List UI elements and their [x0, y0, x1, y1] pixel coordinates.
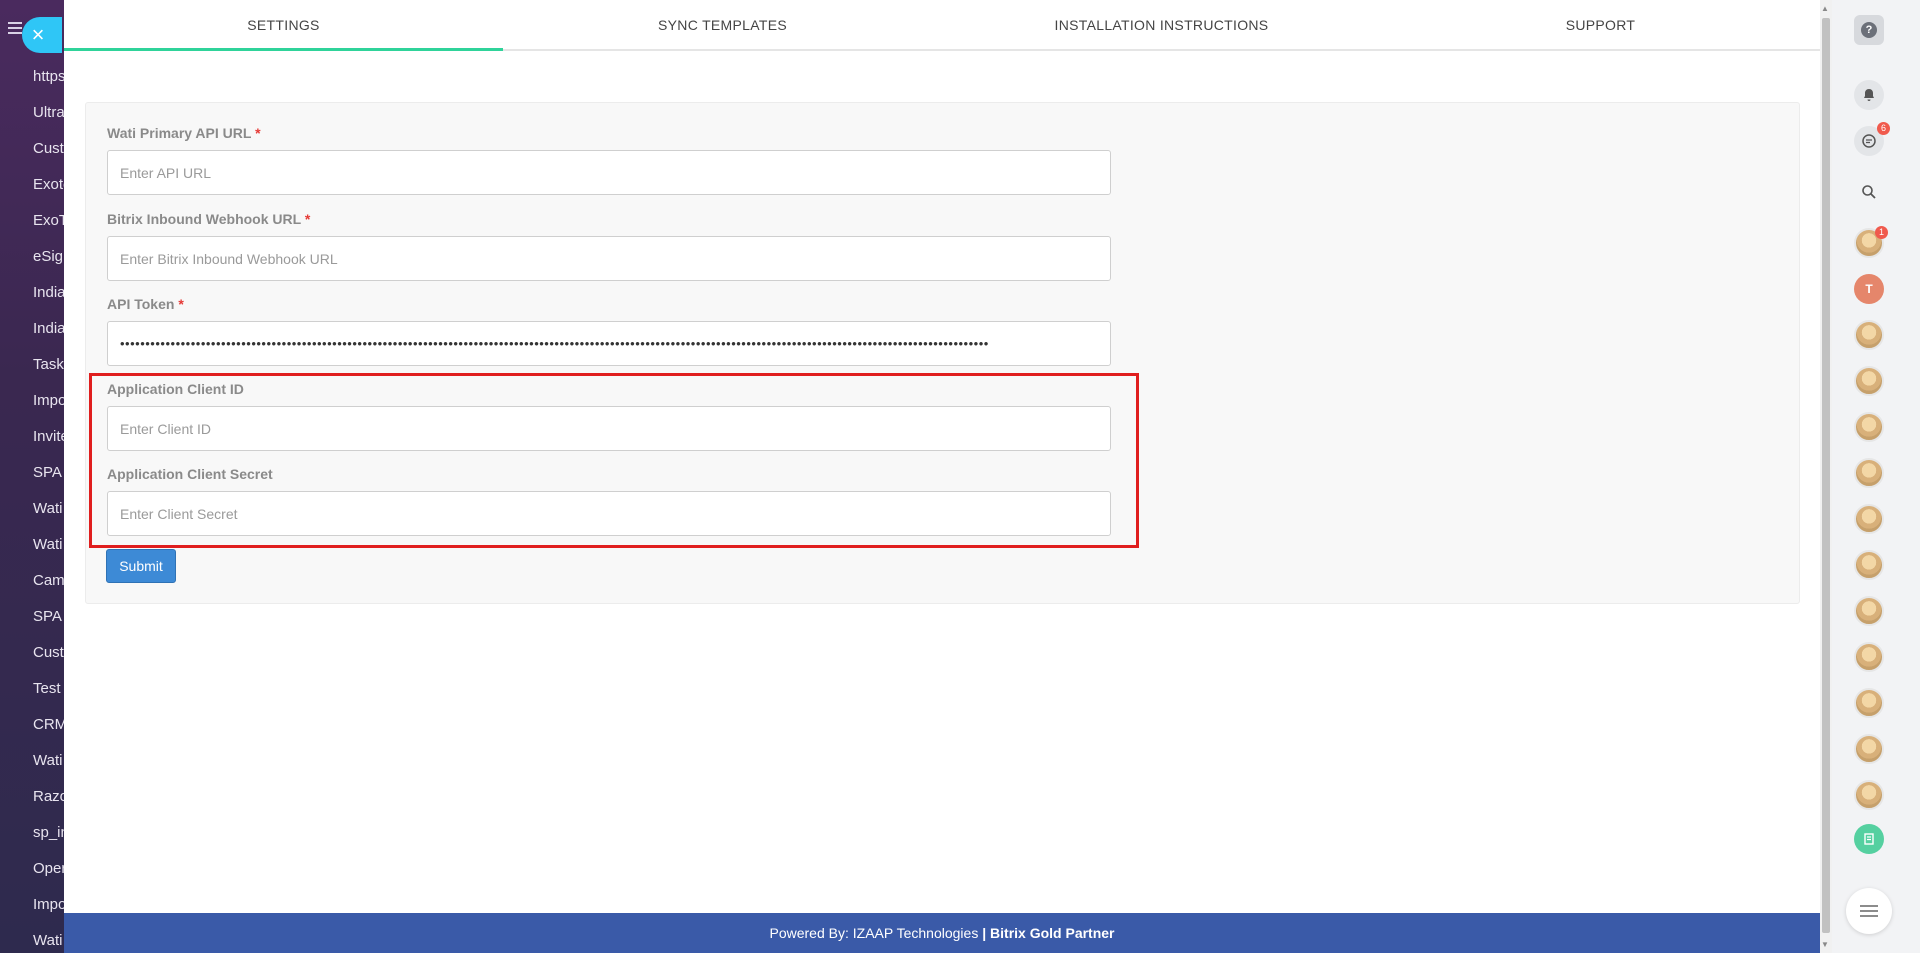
tab-settings[interactable]: SETTINGS	[64, 0, 503, 51]
footer-separator: |	[982, 925, 987, 941]
background-menu-item: Ultra	[33, 104, 65, 121]
webhook-url-input[interactable]	[107, 236, 1111, 281]
api-token-input[interactable]: ••••••••••••••••••••••••••••••••••••••••…	[107, 321, 1111, 366]
background-menu-item: Oper	[33, 860, 67, 877]
tab-installation-instructions[interactable]: INSTALLATION INSTRUCTIONS	[942, 0, 1381, 49]
background-menu-item: Wati	[33, 752, 63, 769]
background-menu-item: ExoT	[33, 212, 69, 229]
background-menu-item: Cam	[33, 572, 65, 589]
chat-badge: 6	[1877, 122, 1890, 135]
avatar-badge: 1	[1875, 226, 1888, 239]
menu-burger-icon[interactable]	[8, 22, 22, 34]
panel-scrollbar[interactable]: ▲ ▼	[1820, 0, 1832, 953]
settings-form: Wati Primary API URL * Bitrix Inbound We…	[85, 102, 1800, 604]
avatar[interactable]	[1854, 688, 1884, 718]
background-menu-item: SPA	[33, 608, 62, 625]
avatar[interactable]	[1854, 596, 1884, 626]
avatar[interactable]	[1854, 550, 1884, 580]
background-menu-item: CRM	[33, 716, 68, 733]
footer-partner: Bitrix Gold Partner	[990, 925, 1115, 941]
background-menu-item: SPA	[33, 464, 62, 481]
background-menu-item: Razo	[33, 788, 69, 805]
webhook-url-label: Bitrix Inbound Webhook URL *	[107, 211, 311, 227]
footer: Powered By: IZAAP Technologies | Bitrix …	[64, 913, 1820, 953]
help-icon[interactable]: ?	[1854, 15, 1884, 45]
required-mark: *	[255, 125, 261, 141]
background-menu-item: Impo	[33, 896, 67, 913]
search-icon[interactable]	[1854, 177, 1884, 207]
api-token-label: API Token *	[107, 296, 184, 312]
list-icon	[1860, 905, 1878, 917]
background-menu-item: Impo	[33, 392, 67, 409]
avatar[interactable]	[1854, 780, 1884, 810]
avatar[interactable]	[1854, 734, 1884, 764]
client-secret-label: Application Client Secret	[107, 466, 273, 482]
avatar[interactable]	[1854, 366, 1884, 396]
scroll-up-arrow-icon[interactable]: ▲	[1821, 4, 1829, 13]
chat-icon[interactable]: 6	[1854, 122, 1890, 156]
api-url-label: Wati Primary API URL *	[107, 125, 261, 141]
close-icon: ×	[31, 22, 45, 47]
list-menu-button[interactable]	[1846, 888, 1892, 934]
bell-icon[interactable]	[1854, 80, 1884, 110]
avatar[interactable]: 1	[1854, 226, 1888, 258]
background-menu-item: Task	[33, 356, 64, 373]
right-rail: ? 6 1 T	[1832, 0, 1920, 953]
required-mark: *	[178, 296, 184, 312]
avatar-initial[interactable]: T	[1854, 274, 1884, 304]
close-slider-button[interactable]: ×	[22, 17, 62, 53]
api-url-input[interactable]	[107, 150, 1111, 195]
client-secret-input[interactable]	[107, 491, 1111, 536]
background-menu-item: Wati	[33, 536, 63, 553]
avatar[interactable]	[1854, 504, 1884, 534]
avatar[interactable]	[1854, 320, 1884, 350]
background-menu-item: India	[33, 284, 66, 301]
background-menu-item: https	[33, 68, 66, 85]
scroll-thumb[interactable]	[1822, 18, 1830, 933]
footer-powered-by: Powered By: IZAAP Technologies	[769, 925, 979, 941]
tab-support[interactable]: SUPPORT	[1381, 0, 1820, 49]
client-id-label: Application Client ID	[107, 381, 244, 397]
tab-bar: SETTINGS SYNC TEMPLATES INSTALLATION INS…	[64, 0, 1820, 51]
background-menu-item: Wati	[33, 932, 63, 949]
background-menu-item: Test	[33, 680, 61, 697]
scroll-down-arrow-icon[interactable]: ▼	[1821, 940, 1829, 949]
submit-button[interactable]: Submit	[106, 549, 176, 583]
app-panel: SETTINGS SYNC TEMPLATES INSTALLATION INS…	[64, 0, 1820, 953]
tab-sync-templates[interactable]: SYNC TEMPLATES	[503, 0, 942, 49]
avatar[interactable]	[1854, 412, 1884, 442]
avatar[interactable]	[1854, 642, 1884, 672]
background-menu-item: Wati	[33, 500, 63, 517]
background-menu-item: India	[33, 320, 66, 337]
client-id-input[interactable]	[107, 406, 1111, 451]
required-mark: *	[304, 211, 311, 227]
document-icon[interactable]	[1854, 824, 1884, 854]
avatar[interactable]	[1854, 458, 1884, 488]
